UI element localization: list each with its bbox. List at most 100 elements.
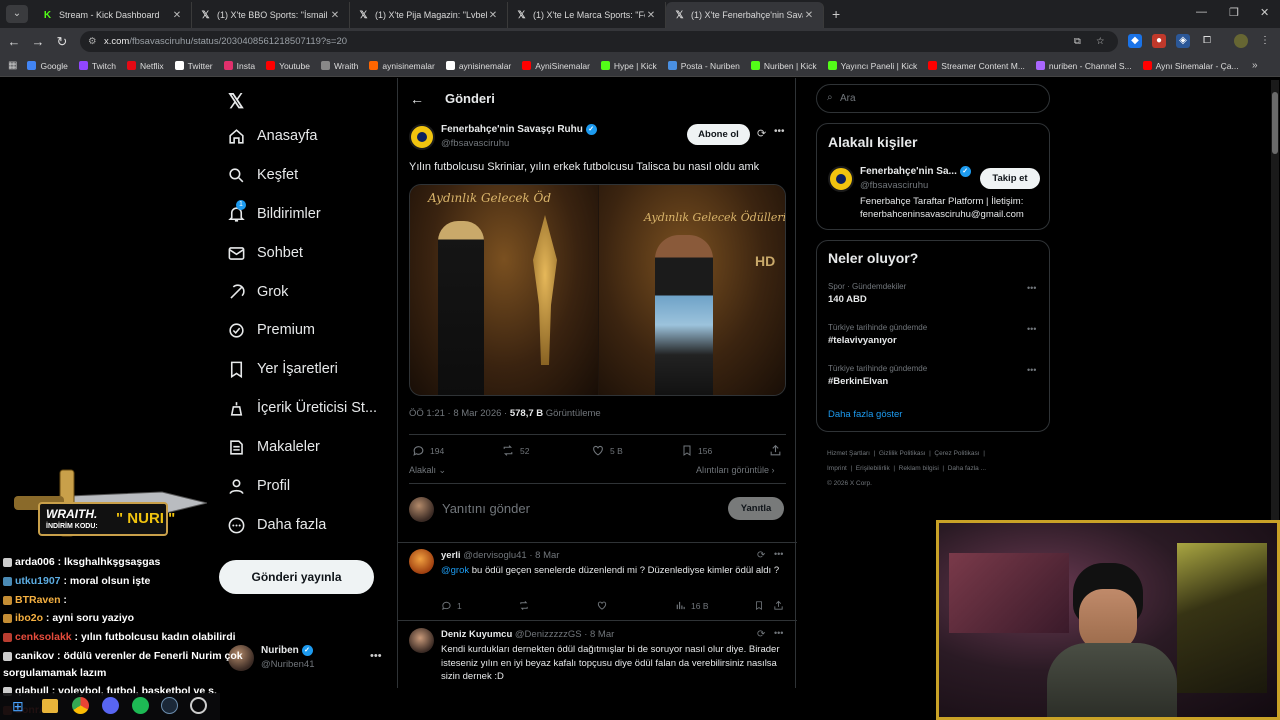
more-options-icon[interactable]: ••• [774, 126, 785, 137]
mention-link[interactable]: @grok [441, 565, 469, 576]
trend-item[interactable]: Türkiye tarihinde gündemde #telavivyanıy… [828, 323, 927, 346]
nav-item-creator[interactable]: İçerik Üreticisi St... [226, 398, 377, 418]
browser-tab[interactable]: K Stream - Kick Dashboard ✕ [34, 2, 192, 28]
bookmark-item[interactable]: Nuriben | Kick [750, 61, 817, 71]
reply-author[interactable]: Deniz Kuyumcu [441, 629, 512, 640]
post-image[interactable]: Aydınlık Gelecek Öd Aydınlık Gelecek Ödü… [409, 184, 786, 396]
author-avatar[interactable] [409, 124, 435, 150]
grok-explain-icon[interactable]: ⟳ [757, 629, 765, 640]
profile-avatar-icon[interactable] [1234, 34, 1248, 48]
bookmark-action[interactable]: 156 [681, 444, 712, 457]
trend-item[interactable]: Spor · Gündemdekiler 140 ABD [828, 282, 906, 305]
close-icon[interactable]: ✕ [487, 10, 499, 21]
share-action[interactable] [773, 600, 789, 611]
back-icon[interactable]: ← [2, 34, 26, 49]
scrollbar-thumb[interactable] [1272, 92, 1278, 154]
show-more-link[interactable]: Daha fazla göster [828, 409, 902, 420]
reply-input[interactable]: Yanıtını gönder [442, 501, 530, 516]
trend-more-icon[interactable]: ••• [1027, 324, 1036, 334]
search-input[interactable]: Ara [840, 93, 856, 104]
bookmark-item[interactable]: Streamer Content M... [928, 61, 1025, 71]
nav-item-bookmark[interactable]: Yer İşaretleri [226, 359, 338, 379]
share-action[interactable] [769, 444, 787, 457]
obs-icon[interactable] [190, 697, 207, 714]
account-menu-icon[interactable]: ••• [370, 650, 382, 662]
reply-action[interactable]: 194 [412, 444, 444, 457]
more-options-icon[interactable]: ••• [774, 628, 783, 638]
bookmark-item[interactable]: Insta [223, 61, 255, 71]
url-bar[interactable]: ⚙ x.com/fbsavasciruhu/status/20304085612… [80, 31, 1118, 52]
windows-start-icon[interactable]: ⊞ [12, 698, 28, 714]
follow-button[interactable]: Takip et [980, 168, 1040, 189]
footer-link[interactable]: Reklam bilgisi [899, 465, 939, 472]
close-icon[interactable]: ✕ [329, 10, 341, 21]
more-options-icon[interactable]: ••• [774, 549, 783, 559]
trend-more-icon[interactable]: ••• [1027, 283, 1036, 293]
back-arrow-icon[interactable]: ← [410, 91, 424, 107]
extension-icon[interactable]: ◆ [1128, 34, 1142, 48]
new-tab-icon[interactable]: + [832, 6, 840, 22]
bookmark-item[interactable]: Twitter [174, 61, 213, 71]
window-close-icon[interactable]: ✕ [1260, 6, 1269, 19]
trend-item[interactable]: Türkiye tarihinde gündemde #BerkinElvan [828, 364, 927, 387]
nav-item-more-circle[interactable]: Daha fazla [226, 515, 326, 535]
more-bookmarks-icon[interactable]: » [1252, 60, 1258, 71]
bookmark-item[interactable]: Hype | Kick [600, 61, 657, 71]
extensions-puzzle-icon[interactable]: ⧠ [1200, 34, 1214, 48]
bookmark-action[interactable] [754, 600, 769, 611]
nav-item-profile[interactable]: Profil [226, 476, 290, 496]
footer-link[interactable]: Imprint [827, 465, 847, 472]
browser-tab[interactable]: 𝕏 (1) X'te Le Marca Sports: "Fener ✕ [508, 2, 666, 28]
nav-item-home[interactable]: Anasayfa [226, 126, 317, 146]
spotify-icon[interactable] [132, 697, 149, 714]
nav-item-bell[interactable]: 1 Bildirimler [226, 200, 321, 224]
x-logo-icon[interactable]: 𝕏 [228, 89, 244, 114]
bookmark-item[interactable]: Posta - Nuriben [667, 61, 740, 71]
author-name[interactable]: Fenerbahçe'nin Savaşçı Ruhu ✓ [441, 124, 597, 135]
reload-icon[interactable]: ↻ [50, 34, 74, 50]
star-icon[interactable]: ☆ [1096, 31, 1105, 52]
bookmark-item[interactable]: Wraith [320, 61, 358, 71]
browser-tab[interactable]: 𝕏 (1) X'te BBO Sports: "İsmail Yük ✕ [192, 2, 350, 28]
bookmark-item[interactable]: aynisinemalar [445, 61, 511, 71]
bookmark-item[interactable]: Netflix [126, 61, 164, 71]
bookmark-item[interactable]: Youtube [266, 61, 310, 71]
footer-link[interactable]: Hizmet Şartları [827, 450, 870, 457]
views-action[interactable]: 16 B [675, 600, 709, 611]
menu-dots-icon[interactable]: ⋮ [1258, 34, 1272, 48]
sort-dropdown[interactable]: Alakalı ⌄ [409, 465, 446, 476]
extension-icon[interactable]: ● [1152, 34, 1166, 48]
grok-explain-icon[interactable]: ⟳ [757, 550, 765, 561]
forward-icon[interactable]: → [26, 34, 50, 49]
reply-avatar[interactable] [409, 628, 434, 653]
footer-link[interactable]: Gizlilik Politikası [879, 450, 926, 457]
browser-tab[interactable]: 𝕏 (1) X'te Pija Magazin: "Lvbel C5 ✕ [350, 2, 508, 28]
browser-tab-active[interactable]: 𝕏 (1) X'te Fenerbahçe'nin Savaşç ✕ [666, 2, 824, 28]
trend-more-icon[interactable]: ••• [1027, 365, 1036, 375]
reply-button[interactable]: Yanıtla [728, 497, 784, 520]
account-name[interactable]: Nuriben ✓ [261, 645, 313, 656]
nav-item-article[interactable]: Makaleler [226, 437, 320, 457]
steam-icon[interactable] [161, 697, 178, 714]
post-button[interactable]: Gönderi yayınla [219, 560, 374, 594]
bookmark-item[interactable]: Aynı Sinemalar - Ça... [1142, 61, 1239, 71]
discord-icon[interactable] [102, 697, 119, 714]
close-icon[interactable]: ✕ [803, 10, 815, 21]
maximize-icon[interactable]: ❐ [1229, 6, 1239, 19]
close-icon[interactable]: ✕ [645, 10, 657, 21]
bookmark-item[interactable]: aynisinemalar [369, 61, 435, 71]
close-icon[interactable]: ✕ [171, 10, 183, 21]
grok-explain-icon[interactable]: ⟳ [757, 127, 766, 140]
reply-action[interactable]: 1 [441, 600, 462, 611]
related-name[interactable]: Fenerbahçe'nin Sa... ✓ [860, 166, 971, 177]
install-app-icon[interactable]: ⧉ [1074, 31, 1081, 52]
shield-icon[interactable]: ◈ [1176, 34, 1190, 48]
bookmark-item[interactable]: AyniSinemalar [522, 61, 590, 71]
footer-link[interactable]: Daha fazla ... [948, 465, 986, 472]
nav-item-premium[interactable]: Premium [226, 320, 315, 340]
related-avatar[interactable] [828, 166, 854, 192]
search-box[interactable]: ⌕ Ara [816, 84, 1050, 113]
bookmark-item[interactable]: Yayıncı Paneli | Kick [827, 61, 917, 71]
repost-action[interactable] [518, 600, 535, 611]
nav-item-search[interactable]: Keşfet [226, 165, 298, 185]
